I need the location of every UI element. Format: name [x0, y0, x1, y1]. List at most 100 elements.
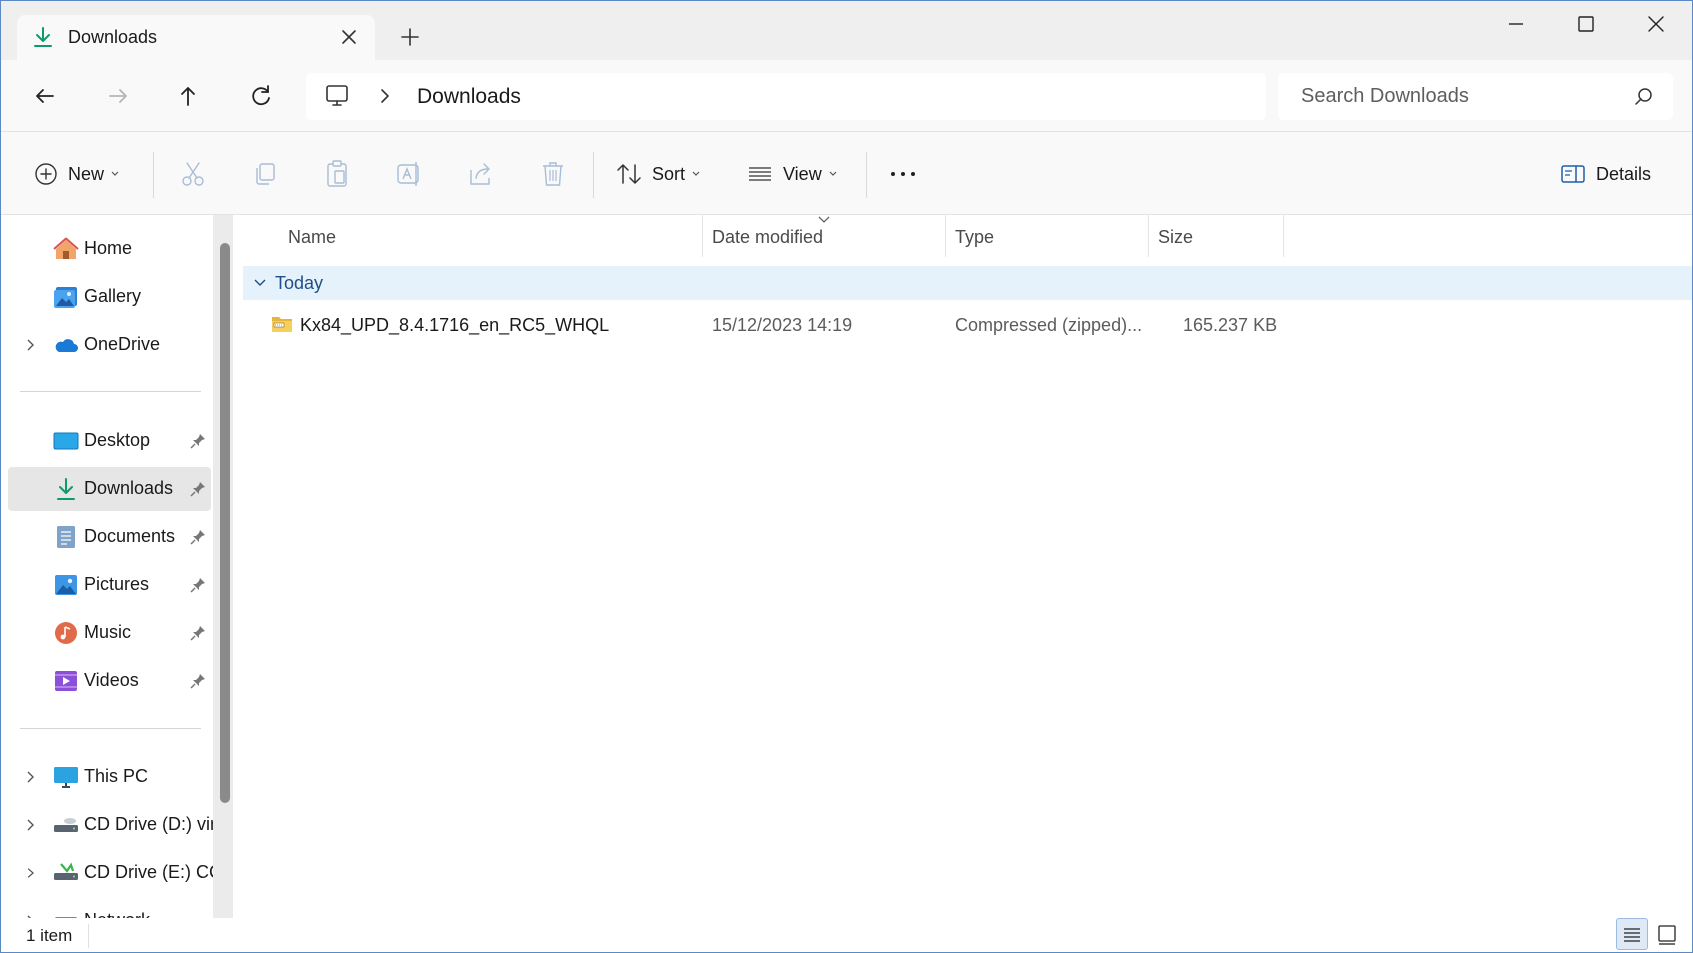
sidebar-item-label: Pictures: [84, 574, 150, 594]
toolbar-divider: [153, 152, 154, 198]
share-icon[interactable]: [468, 158, 494, 190]
desktop-icon: [53, 432, 79, 450]
breadcrumb-current[interactable]: Downloads: [417, 85, 521, 109]
title-bar: Downloads: [1, 1, 1692, 60]
tiles-view-button[interactable]: [1651, 918, 1683, 950]
gallery-icon: [54, 287, 77, 308]
details-view-button[interactable]: [1616, 918, 1648, 950]
forward-arrow-icon[interactable]: [102, 80, 134, 112]
search-icon[interactable]: [1634, 87, 1654, 107]
sort-button[interactable]: Sort: [616, 158, 701, 190]
copy-icon[interactable]: [252, 158, 278, 190]
sidebar-item-desktop[interactable]: Desktop: [8, 419, 211, 463]
view-button[interactable]: View: [747, 158, 838, 190]
details-view-icon: [1624, 928, 1640, 942]
column-divider[interactable]: [1148, 215, 1149, 257]
view-list-icon: [749, 167, 771, 181]
search-placeholder: Search Downloads: [1301, 85, 1469, 107]
sidebar-item-home[interactable]: Home: [8, 227, 211, 271]
chevron-right-icon[interactable]: [22, 769, 38, 785]
view-label: View: [783, 163, 822, 184]
chevron-right-icon[interactable]: [22, 865, 38, 881]
chevron-right-icon[interactable]: [376, 87, 394, 105]
sort-label: Sort: [652, 163, 686, 184]
maximize-icon[interactable]: [1561, 9, 1611, 39]
sidebar-item-downloads[interactable]: Downloads: [8, 467, 211, 511]
column-header-type[interactable]: Type: [955, 227, 994, 248]
chevron-down-icon: [111, 171, 119, 176]
tab-downloads[interactable]: Downloads: [17, 15, 375, 60]
column-divider[interactable]: [1283, 215, 1284, 257]
sort-icon: [617, 164, 641, 184]
details-pane-icon: [1561, 165, 1585, 183]
file-name[interactable]: Kx84_UPD_8.4.1716_en_RC5_WHQL: [300, 315, 609, 336]
sidebar-item-onedrive[interactable]: OneDrive: [8, 323, 211, 367]
sidebar-item-pictures[interactable]: Pictures: [8, 563, 211, 607]
more-options-icon[interactable]: [889, 158, 917, 190]
column-header-date-modified[interactable]: Date modified: [712, 227, 823, 248]
file-explorer-window: Downloads Downloads Search Downloads New…: [0, 0, 1693, 953]
delete-icon[interactable]: [540, 158, 566, 190]
chevron-down-icon[interactable]: [253, 276, 267, 290]
sidebar-item-this-pc[interactable]: This PC: [8, 755, 211, 799]
sort-caret-icon: [818, 216, 830, 223]
sidebar-item-documents[interactable]: Documents: [8, 515, 211, 559]
new-button[interactable]: New: [34, 158, 120, 190]
close-tab-icon[interactable]: [335, 23, 363, 51]
up-arrow-icon[interactable]: [172, 80, 204, 112]
cd-drive-icon: [54, 862, 78, 880]
chevron-right-icon[interactable]: [22, 817, 38, 833]
cut-icon[interactable]: [180, 158, 206, 190]
column-divider[interactable]: [702, 215, 703, 257]
details-button[interactable]: Details: [1560, 158, 1651, 190]
close-window-icon[interactable]: [1631, 9, 1681, 39]
sidebar-item-label: CD Drive (D:) vir: [84, 814, 213, 834]
refresh-icon[interactable]: [245, 80, 277, 112]
pin-icon[interactable]: [189, 528, 207, 546]
rename-icon[interactable]: [396, 158, 422, 190]
group-header-today[interactable]: Today: [243, 266, 1692, 300]
sidebar-item-videos[interactable]: Videos: [8, 659, 211, 703]
pin-icon[interactable]: [189, 576, 207, 594]
sidebar-item-cd-drive-e[interactable]: CD Drive (E:) CC(: [8, 851, 213, 895]
paste-icon[interactable]: [324, 158, 350, 190]
item-count: 1 item: [26, 926, 73, 945]
tab-title: Downloads: [68, 27, 158, 47]
toolbar-divider: [593, 152, 594, 198]
videos-icon: [55, 671, 77, 691]
sidebar-item-label: CD Drive (E:) CC(: [84, 862, 213, 882]
address-bar[interactable]: Downloads: [306, 73, 1266, 120]
new-tab-icon[interactable]: [396, 23, 424, 51]
pin-icon[interactable]: [189, 432, 207, 450]
chevron-down-icon: [692, 171, 700, 176]
command-bar: New Sort View Details: [1, 132, 1692, 215]
home-icon: [53, 237, 79, 259]
pin-icon[interactable]: [189, 672, 207, 690]
file-list: Name Date modified Type Size Today Kx84_…: [239, 215, 1692, 918]
sidebar-item-cd-drive-d[interactable]: CD Drive (D:) vir: [8, 803, 213, 847]
computer-icon[interactable]: [324, 84, 350, 108]
chevron-right-icon[interactable]: [22, 337, 38, 353]
minimize-icon[interactable]: [1491, 9, 1541, 39]
status-bar: 1 item: [1, 918, 1692, 952]
navigation-pane-list: Home Gallery OneDrive Desktop Downloads …: [1, 215, 213, 918]
zip-folder-icon: [272, 317, 292, 332]
back-arrow-icon[interactable]: [29, 80, 61, 112]
column-divider[interactable]: [945, 215, 946, 257]
file-size: 165.237 KB: [1183, 315, 1278, 335]
documents-icon: [57, 526, 75, 548]
sidebar-scrollbar-thumb[interactable]: [220, 243, 230, 803]
search-input[interactable]: Search Downloads: [1278, 73, 1673, 120]
column-header-name[interactable]: Name: [288, 227, 336, 248]
table-row[interactable]: Kx84_UPD_8.4.1716_en_RC5_WHQL 15/12/2023…: [243, 305, 1692, 345]
sidebar-item-music[interactable]: Music: [8, 611, 211, 655]
file-date-modified: 15/12/2023 14:19: [712, 315, 853, 335]
cd-drive-icon: [54, 818, 78, 832]
sidebar-item-gallery[interactable]: Gallery: [8, 275, 211, 319]
column-header-size[interactable]: Size: [1158, 227, 1193, 248]
tiles-view-icon: [1658, 925, 1676, 945]
sidebar-item-network[interactable]: Network: [8, 899, 211, 918]
pin-icon[interactable]: [189, 624, 207, 642]
sidebar-item-label: This PC: [84, 766, 149, 786]
pin-icon[interactable]: [189, 480, 207, 498]
